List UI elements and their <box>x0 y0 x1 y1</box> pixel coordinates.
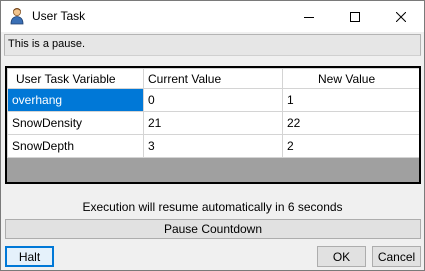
maximize-icon <box>350 11 360 22</box>
halt-button[interactable]: Halt <box>5 246 54 267</box>
cancel-button[interactable]: Cancel <box>372 246 421 267</box>
cell-variable[interactable]: overhang <box>7 88 144 112</box>
minimize-button[interactable] <box>286 1 332 32</box>
cell-current-value[interactable]: 21 <box>143 111 283 135</box>
message-box: This is a pause. <box>4 34 421 56</box>
user-task-dialog: User Task This is a pause. User Task Var… <box>0 0 425 271</box>
column-header-current-value[interactable]: Current Value <box>143 68 283 89</box>
countdown-status-text: Execution will resume automatically in 6… <box>82 200 343 214</box>
window-title: User Task <box>32 9 86 23</box>
ok-button[interactable]: OK <box>317 246 366 267</box>
maximize-button[interactable] <box>332 1 378 32</box>
close-button[interactable] <box>378 1 424 32</box>
cell-current-value[interactable]: 3 <box>143 134 283 158</box>
cell-new-value[interactable]: 22 <box>282 111 419 135</box>
minimize-icon <box>304 16 314 18</box>
cell-variable[interactable]: SnowDepth <box>7 134 144 158</box>
title-bar[interactable]: User Task <box>1 1 424 32</box>
cell-new-value[interactable]: 1 <box>282 88 419 112</box>
cell-new-value[interactable]: 2 <box>282 134 419 158</box>
table-row[interactable]: overhang 0 1 <box>7 88 419 112</box>
cell-variable[interactable]: SnowDensity <box>7 111 144 135</box>
cell-current-value[interactable]: 0 <box>143 88 283 112</box>
table-row[interactable]: SnowDepth 3 2 <box>7 134 419 158</box>
grid-header-row: User Task Variable Current Value New Val… <box>7 68 419 89</box>
variables-grid[interactable]: User Task Variable Current Value New Val… <box>5 66 421 184</box>
close-icon <box>396 11 406 22</box>
column-header-new-value[interactable]: New Value <box>282 68 419 89</box>
pause-countdown-button[interactable]: Pause Countdown <box>5 219 421 239</box>
user-person-icon <box>9 7 25 25</box>
column-header-variable[interactable]: User Task Variable <box>7 68 144 89</box>
table-row[interactable]: SnowDensity 21 22 <box>7 111 419 135</box>
